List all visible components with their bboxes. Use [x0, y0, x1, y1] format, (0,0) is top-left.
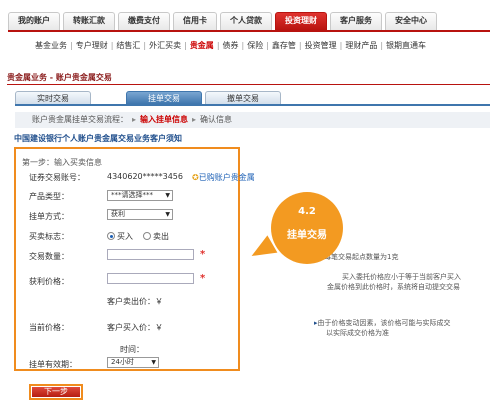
customer-notice-link[interactable]: 中国建设银行个人账户贵金属交易业务客户须知 [14, 133, 182, 144]
validity-value: 24小时 [111, 358, 134, 366]
subnav-separator: | [241, 41, 245, 50]
nav-divider [8, 30, 490, 32]
chevron-down-icon: ▼ [165, 211, 170, 218]
profit-price-required-mark: * [200, 273, 206, 284]
title-divider [7, 84, 490, 85]
customer-sell-price: 客户卖出价：￥ [107, 297, 163, 306]
product-type-select[interactable]: ***请选择*** ▼ [107, 190, 173, 201]
subnav-fx-settlement[interactable]: 结售汇 [116, 40, 140, 51]
subnav-separator: | [380, 41, 384, 50]
tab-my-account[interactable]: 我的账户 [8, 12, 60, 30]
price-time: 时间： [120, 345, 144, 354]
subnav-xin-custody[interactable]: 鑫存管 [272, 40, 296, 51]
step-confirm: 确认信息 [200, 115, 233, 124]
order-mode-select[interactable]: 获利 ▼ [107, 209, 173, 220]
quantity-required-mark: * [200, 249, 206, 260]
order-mode-label: 挂单方式： [29, 212, 69, 221]
product-type-label: 产品类型： [29, 192, 69, 201]
buy-radio-label: 买入 [117, 232, 133, 241]
radio-empty-icon [143, 232, 151, 240]
buy-order-note-line2: 金属价格到此价格时，系统将自动提交交易 [327, 283, 460, 291]
subnav-separator: | [143, 41, 147, 50]
tab-transfer[interactable]: 转账汇款 [63, 12, 115, 30]
validity-label: 挂单有效期： [29, 360, 77, 369]
buy-order-note-line1: 买入委托价格应小于等于当前客户买入 [342, 273, 461, 281]
page-title: 贵金属业务 - 账户贵金属交易 [7, 73, 112, 82]
product-type-value: ***请选择*** [111, 191, 153, 199]
form-step-label: 第一步：输入买卖信息 [22, 158, 102, 167]
quantity-label: 交易数量： [29, 252, 69, 261]
coins-icon: ✪ [192, 173, 199, 182]
radio-selected-icon [107, 232, 115, 240]
step-input-order: 输入挂单信息 [140, 115, 189, 124]
callout-number: 4.2 [298, 206, 316, 217]
tab-order-trade[interactable]: 挂单交易 [126, 91, 202, 105]
step-arrow-icon: ▸ [132, 115, 137, 124]
trade-flag-label: 买卖标志： [29, 232, 69, 241]
sub-navigation: 基金业务 | 专户理财 | 结售汇 | 外汇买卖 | 贵金属 | 债券 | 保险 | 鑫存管 | 投资管理 | 理财… [35, 40, 490, 52]
buy-radio[interactable]: 买入 [107, 231, 133, 242]
top-navigation: 我的账户 转账汇款 缴费支付 信用卡 个人贷款 投资理财 客户服务 安全中心 [8, 12, 490, 30]
sell-radio-label: 卖出 [153, 232, 169, 241]
subnav-fund[interactable]: 基金业务 [35, 40, 67, 51]
sell-radio[interactable]: 卖出 [143, 231, 169, 242]
subnav-insurance[interactable]: 保险 [247, 40, 263, 51]
subnav-separator: | [266, 41, 269, 50]
step-flow-label: 账户贵金属挂单交易流程： [32, 115, 128, 124]
step-progress: 账户贵金属挂单交易流程： ▸ 输入挂单信息 ▸ 确认信息 [15, 112, 490, 128]
trade-tabs: 实时交易 挂单交易 撤单交易 [15, 91, 490, 105]
tab-payment[interactable]: 缴费支付 [118, 12, 170, 30]
subnav-special-account[interactable]: 专户理财 [76, 40, 108, 51]
callout-title: 挂单交易 [287, 230, 327, 241]
tab-cancel-order[interactable]: 撤单交易 [205, 91, 281, 105]
customer-buy-price: 客户买入价：￥ [107, 323, 163, 332]
chevron-down-icon: ▼ [165, 192, 170, 199]
subnav-fx-trading[interactable]: 外汇买卖 [149, 40, 181, 51]
callout-bubble: 4.2 挂单交易 [271, 192, 343, 264]
validity-select[interactable]: 24小时 ▼ [107, 357, 159, 368]
profit-price-label: 获利价格： [29, 277, 69, 286]
subnav-precious-metal[interactable]: 贵金属 [190, 40, 214, 51]
subnav-investment-management[interactable]: 投资管理 [305, 40, 337, 51]
tab-security-center[interactable]: 安全中心 [385, 12, 437, 30]
chevron-down-icon: ▼ [151, 359, 156, 366]
step-arrow-icon: ▸ [192, 115, 197, 124]
price-note-line1: ▸由于价格变动因素，该价格可能与实际成交 [314, 318, 451, 328]
price-note-line2: 以实际成交价格为准 [326, 329, 389, 337]
account-label: 证券交易账号： [29, 173, 85, 182]
subnav-separator: | [216, 41, 220, 50]
tab-personal-loan[interactable]: 个人贷款 [220, 12, 272, 30]
tab-customer-service[interactable]: 客户服务 [330, 12, 382, 30]
subnav-wealth-products[interactable]: 理财产品 [345, 40, 377, 51]
next-step-highlight: 下一步 [29, 384, 83, 400]
price-note-line1-text: 由于价格变动因素，该价格可能与实际成交 [317, 319, 451, 327]
subnav-separator: | [184, 41, 187, 50]
current-price-label: 当前价格： [29, 323, 69, 332]
next-step-button[interactable]: 下一步 [32, 387, 80, 397]
tab-realtime-trade[interactable]: 实时交易 [15, 91, 91, 105]
tab-credit-card[interactable]: 信用卡 [173, 12, 217, 30]
order-mode-value: 获利 [111, 210, 125, 218]
subnav-separator: | [339, 41, 343, 50]
tabs-divider [15, 104, 490, 106]
subnav-separator: | [110, 41, 114, 50]
account-value: 4340620*****3456 [107, 172, 183, 181]
subnav-futures-direct[interactable]: 银期直通车 [386, 40, 426, 51]
min-quantity-note: 每笔交易起点数量为1克 [324, 253, 399, 261]
subnav-bond[interactable]: 债券 [223, 40, 239, 51]
profit-price-input[interactable] [107, 273, 194, 284]
purchased-metal-link-label: 已购账户贵金属 [198, 173, 255, 182]
tab-investment[interactable]: 投资理财 [275, 12, 327, 30]
purchased-metal-link[interactable]: ✪已购账户贵金属 [192, 172, 255, 183]
subnav-separator: | [70, 41, 73, 50]
quantity-input[interactable] [107, 249, 194, 260]
subnav-separator: | [298, 41, 302, 50]
